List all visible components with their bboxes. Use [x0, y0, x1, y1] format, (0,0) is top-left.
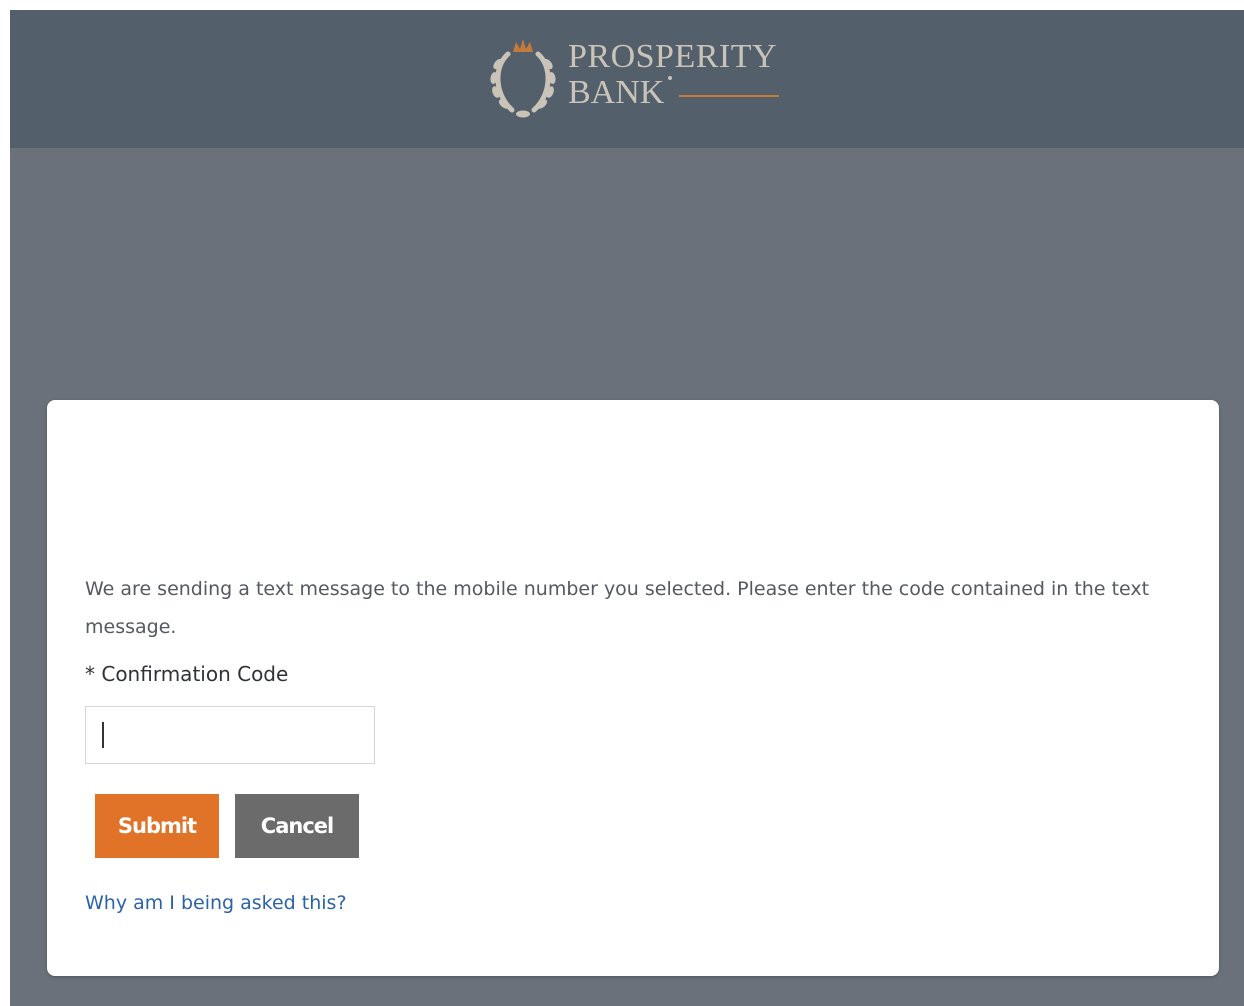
submit-button[interactable]: Submit: [95, 794, 219, 858]
confirmation-code-input[interactable]: [85, 706, 375, 764]
why-asked-link[interactable]: Why am I being asked this?: [85, 892, 347, 914]
logo-text-line1: PROSPERITY: [568, 38, 778, 75]
registered-mark: [668, 76, 672, 80]
text-cursor: [102, 722, 104, 748]
header-bar: PROSPERITY BANK: [10, 10, 1244, 148]
verification-card: We are sending a text message to the mob…: [47, 400, 1219, 976]
laurel-wreath-crown-icon: [490, 39, 556, 118]
logo-accent-rule: [679, 95, 779, 97]
instructions-text: We are sending a text message to the mob…: [85, 578, 1150, 638]
page-background: PROSPERITY BANK We are sending a text me…: [10, 10, 1244, 1006]
bank-logo: PROSPERITY BANK: [486, 32, 786, 124]
cancel-button[interactable]: Cancel: [235, 794, 359, 858]
logo-text-line2: BANK: [568, 74, 665, 111]
confirmation-code-label: * Confirmation Code: [85, 662, 289, 686]
